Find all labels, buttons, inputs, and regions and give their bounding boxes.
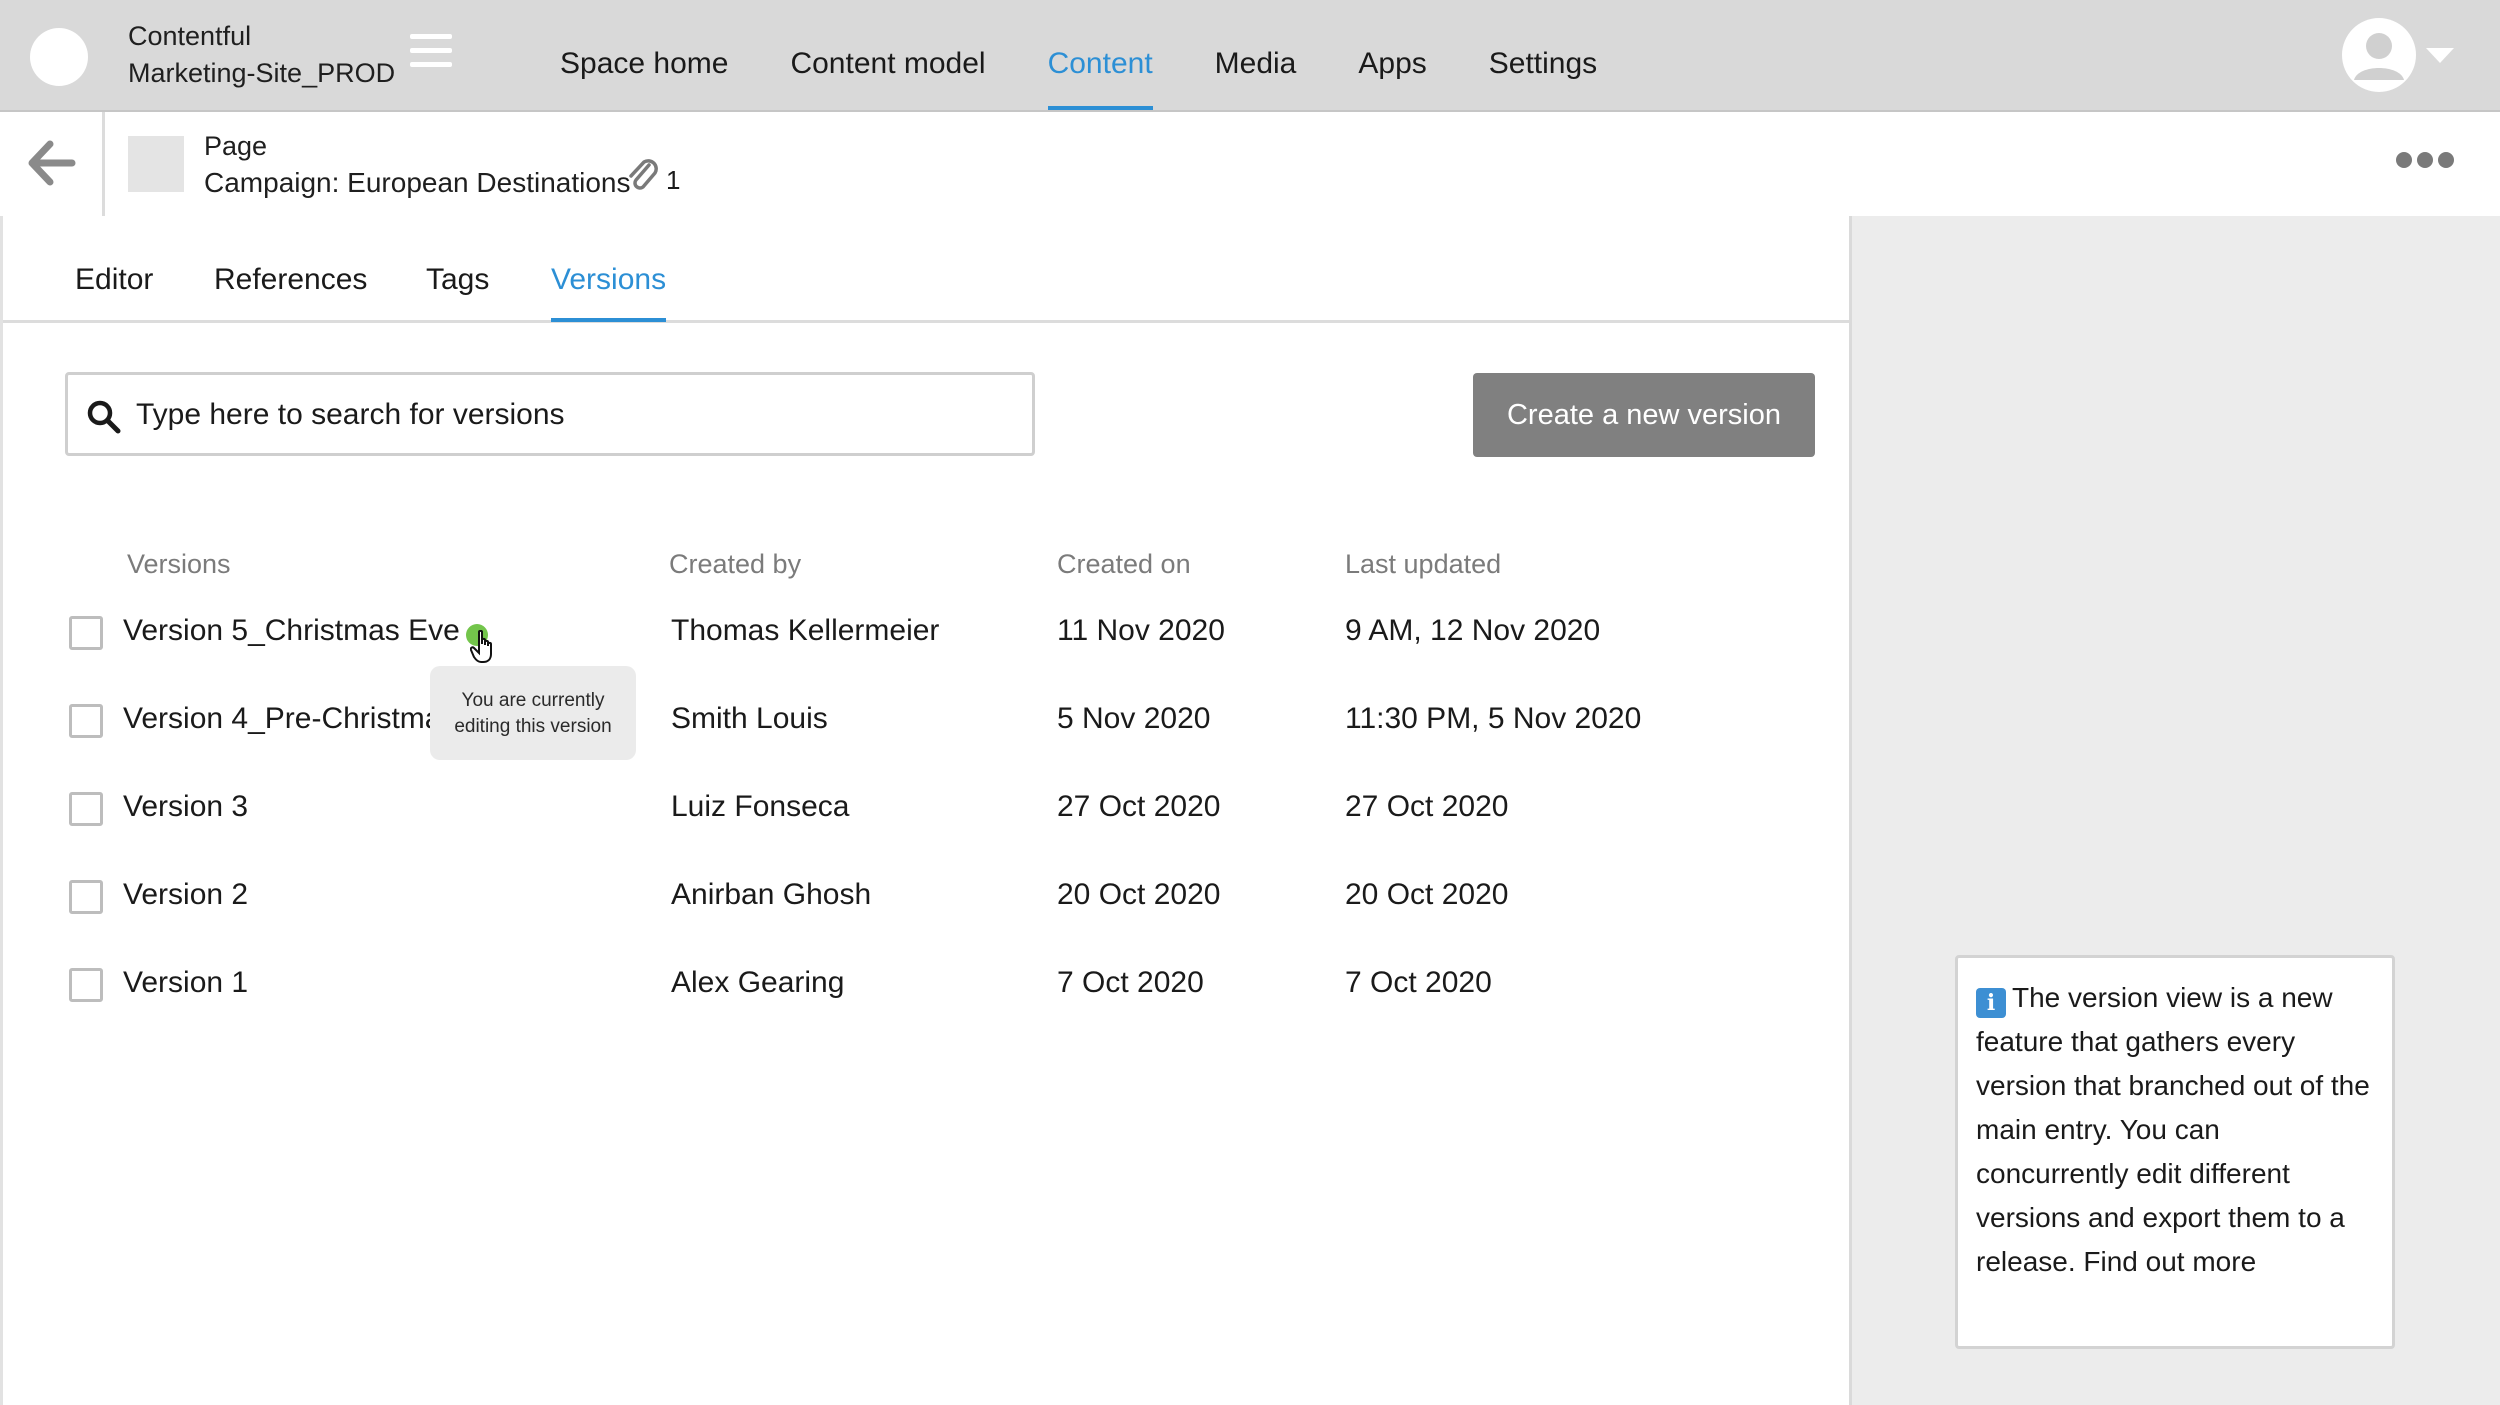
column-header-versions: Versions (127, 549, 231, 579)
hamburger-menu-icon[interactable] (410, 34, 452, 74)
last-updated: 27 Oct 2020 (1345, 790, 1509, 823)
column-header-created-by: Created by (669, 549, 802, 579)
nav-content-model[interactable]: Content model (790, 0, 985, 110)
info-icon: i (1976, 988, 2006, 1018)
content-type-label: Page (204, 131, 268, 161)
last-updated: 9 AM, 12 Nov 2020 (1345, 614, 1601, 647)
created-on: 20 Oct 2020 (1057, 878, 1221, 911)
created-by: Smith Louis (671, 702, 828, 735)
nav-settings[interactable]: Settings (1489, 0, 1597, 110)
row-checkbox[interactable] (69, 616, 103, 650)
content-type-thumbnail (128, 136, 184, 192)
column-header-last-updated: Last updated (1345, 549, 1502, 579)
last-updated: 20 Oct 2020 (1345, 878, 1509, 911)
table-row[interactable]: Version 4_Pre-Christmas Smith Louis 5 No… (3, 685, 1849, 765)
created-by: Luiz Fonseca (671, 790, 850, 823)
tab-editor[interactable]: Editor (75, 260, 153, 300)
table-row[interactable]: Version 3 Luiz Fonseca 27 Oct 2020 27 Oc… (3, 773, 1849, 853)
table-row[interactable]: Version 1 Alex Gearing 7 Oct 2020 7 Oct … (3, 949, 1849, 1029)
main-nav: Space home Content model Content Media A… (560, 0, 1659, 110)
create-new-version-button[interactable]: Create a new version (1473, 373, 1815, 457)
version-name[interactable]: Version 2 (123, 875, 248, 915)
back-button[interactable] (0, 112, 105, 216)
version-search (65, 372, 1035, 456)
nav-content[interactable]: Content (1047, 0, 1153, 110)
top-bar: Contentful Marketing-Site_PROD Space hom… (0, 0, 2500, 112)
info-text[interactable]: The version view is a new feature that g… (1976, 982, 2370, 1277)
nav-space-home[interactable]: Space home (560, 0, 728, 110)
created-on: 27 Oct 2020 (1057, 790, 1221, 823)
nav-media[interactable]: Media (1215, 0, 1297, 110)
more-options-icon[interactable] (2396, 152, 2459, 168)
created-on: 11 Nov 2020 (1057, 614, 1225, 647)
search-icon (87, 400, 121, 434)
tab-versions[interactable]: Versions (551, 260, 667, 322)
row-checkbox[interactable] (69, 792, 103, 826)
created-on: 7 Oct 2020 (1057, 966, 1204, 999)
row-checkbox[interactable] (69, 880, 103, 914)
created-by: Anirban Ghosh (671, 878, 872, 911)
row-checkbox[interactable] (69, 968, 103, 1002)
table-row[interactable]: Version 2 Anirban Ghosh 20 Oct 2020 20 O… (3, 861, 1849, 941)
entry-tabs: Editor References Tags Versions (3, 216, 1849, 323)
version-name[interactable]: Version 1 (123, 963, 248, 1003)
version-name[interactable]: Version 5_Christmas Eve (123, 611, 460, 651)
hand-pointer-icon (470, 630, 492, 663)
attachment-count: 1 (666, 165, 681, 195)
user-avatar-icon[interactable] (2342, 18, 2416, 92)
version-name[interactable]: Version 4_Pre-Christmas (123, 699, 456, 739)
nav-apps[interactable]: Apps (1358, 0, 1426, 110)
current-version-tooltip: You are currently editing this version (430, 666, 636, 760)
last-updated: 7 Oct 2020 (1345, 966, 1492, 999)
chevron-down-icon[interactable] (2426, 48, 2454, 63)
table-row[interactable]: Version 5_Christmas Eve Thomas Kellermei… (3, 597, 1849, 677)
column-header-created-on: Created on (1057, 549, 1191, 579)
version-name[interactable]: Version 3 (123, 787, 248, 827)
main-content: Editor References Tags Versions Create a… (3, 216, 1849, 1405)
entry-title: Campaign: European Destinations (204, 167, 631, 198)
row-checkbox[interactable] (69, 704, 103, 738)
tooltip-line: You are currently (461, 690, 605, 711)
info-callout: i The version view is a new feature that … (1955, 955, 2395, 1349)
created-by: Alex Gearing (671, 966, 845, 999)
search-input[interactable] (134, 385, 1018, 445)
paperclip-icon[interactable] (626, 156, 660, 194)
created-on: 5 Nov 2020 (1057, 702, 1211, 735)
entry-header: Page Campaign: European Destinations 1 (0, 112, 2500, 219)
org-name: Contentful (128, 21, 252, 51)
last-updated: 11:30 PM, 5 Nov 2020 (1345, 702, 1642, 735)
org-logo[interactable] (30, 28, 88, 86)
space-switcher[interactable]: Contentful Marketing-Site_PROD (128, 18, 395, 92)
created-by: Thomas Kellermeier (671, 614, 940, 647)
space-name: Marketing-Site_PROD (128, 58, 396, 88)
arrow-left-icon (28, 140, 76, 186)
tab-tags[interactable]: Tags (426, 260, 489, 300)
tooltip-line: editing this version (454, 716, 612, 737)
tab-references[interactable]: References (214, 260, 367, 300)
